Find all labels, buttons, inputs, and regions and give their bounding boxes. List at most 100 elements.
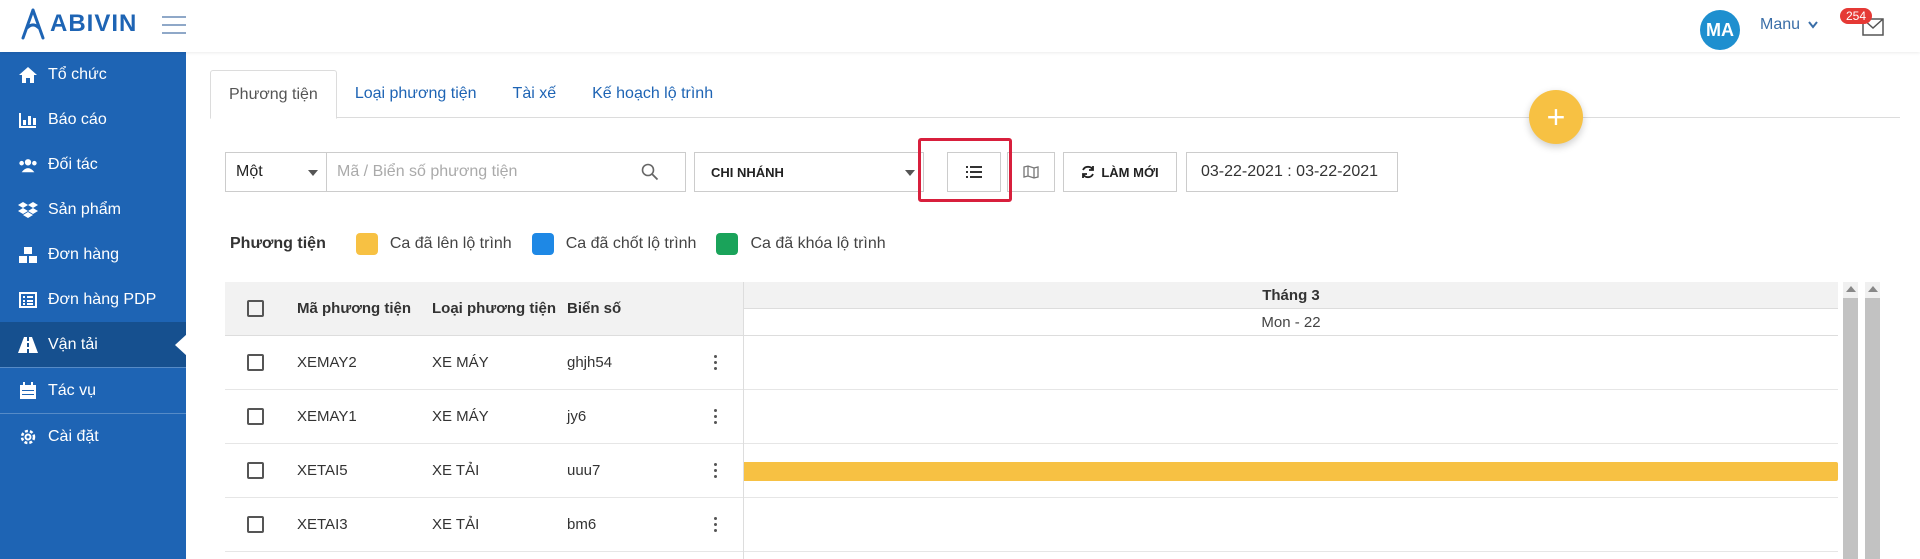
license-plate: ghjh54 [567, 354, 613, 371]
scrollbar-thumb[interactable] [1865, 298, 1880, 559]
map-icon [1023, 165, 1039, 179]
home-icon [18, 65, 38, 85]
table-row[interactable]: XETAI3 XE TẢI bm6 [225, 498, 745, 552]
plus-icon: + [1546, 98, 1566, 135]
road-icon [18, 335, 38, 355]
sidebar-item-cai-dat[interactable]: Cài đặt [0, 414, 186, 459]
add-button[interactable]: + [1529, 90, 1583, 144]
vehicle-code: XETAI3 [297, 516, 348, 533]
user-name: Manu [1760, 16, 1801, 33]
sidebar-item-don-hang[interactable]: Đơn hàng [0, 232, 186, 277]
timeline-scrollbar[interactable] [1843, 282, 1858, 559]
highlight-box [918, 138, 1012, 202]
user-menu[interactable]: Manu [1760, 16, 1818, 34]
tab-ke-hoach-lo-trinh[interactable]: Kế hoạch lộ trình [574, 70, 731, 118]
list-alt-icon [18, 290, 38, 310]
caret-down-icon [905, 170, 915, 176]
timeline-row[interactable] [744, 498, 1838, 552]
vehicle-code: XETAI5 [297, 462, 348, 479]
sidebar-item-van-tai[interactable]: Vận tải [0, 322, 187, 367]
search-placeholder: Mã / Biển số phương tiện [337, 163, 518, 180]
sidebar-item-tac-vu[interactable]: Tác vụ [0, 368, 186, 413]
sidebar-item-label: Báo cáo [48, 110, 107, 128]
logo-icon [21, 8, 45, 40]
hamburger-menu-icon[interactable] [162, 16, 186, 36]
branch-select[interactable]: CHI NHÁNH [694, 152, 924, 192]
map-view-button[interactable] [1007, 152, 1055, 192]
refresh-button[interactable]: LÀM MỚI [1063, 152, 1177, 192]
tab-phuong-tien[interactable]: Phương tiện [210, 70, 337, 119]
scroll-up-icon[interactable] [1868, 286, 1878, 292]
avatar[interactable]: MA [1700, 10, 1740, 50]
branch-select-value: CHI NHÁNH [711, 164, 784, 180]
abivin-logo[interactable]: ABIVIN [20, 8, 137, 40]
sidebar-item-label: Tổ chức [48, 65, 107, 83]
table-row[interactable]: XEMAY2 XE MÁY ghjh54 [225, 336, 745, 390]
license-plate: jy6 [567, 408, 587, 425]
timeline-grid: Tháng 3 Mon - 22 [743, 282, 1838, 559]
timeline-day-header: Mon - 22 [744, 309, 1838, 336]
scheduled-shift-bar[interactable] [744, 462, 1838, 481]
mode-select-value: Một [236, 163, 263, 180]
refresh-icon [1082, 165, 1095, 179]
column-header[interactable]: Mã phương tiện [297, 300, 432, 317]
row-checkbox[interactable] [247, 354, 264, 371]
scrollbar-thumb[interactable] [1843, 298, 1858, 559]
logo-text: ABIVIN [50, 10, 138, 37]
vehicle-code: XEMAY2 [297, 354, 357, 371]
sidebar-item-don-hang-pdp[interactable]: Đơn hàng PDP [0, 277, 186, 322]
row-checkbox[interactable] [247, 408, 264, 425]
vehicle-type: XE TẢI [432, 462, 480, 479]
search-icon[interactable] [641, 163, 659, 181]
page-scrollbar[interactable] [1865, 282, 1880, 559]
column-header[interactable]: Loại phương tiện [432, 300, 567, 317]
search-input[interactable]: Mã / Biển số phương tiện [326, 152, 686, 192]
sidebar-item-bao-cao[interactable]: Báo cáo [0, 97, 186, 142]
timeline-month-header: Tháng 3 [744, 282, 1838, 309]
vehicle-table: Mã phương tiện Loại phương tiện Biển số … [225, 282, 745, 559]
row-checkbox[interactable] [247, 462, 264, 479]
legend-label-confirmed: Ca đã chốt lộ trình [565, 235, 697, 252]
legend-swatch-confirmed [531, 233, 554, 255]
top-bar: ABIVIN MA Manu 254 [0, 0, 1920, 52]
main-content: Phương tiện Loại phương tiện Tài xế Kế h… [186, 52, 1920, 559]
sidebar-item-san-pham[interactable]: Sản phẩm [0, 187, 186, 232]
scroll-up-icon[interactable] [1846, 286, 1856, 292]
calendar-icon [18, 381, 38, 401]
sidebar-item-label: Vận tải [48, 335, 98, 353]
more-options-icon[interactable] [714, 355, 718, 373]
table-row[interactable]: XETAI5 XE TẢI uuu7 [225, 444, 745, 498]
sidebar-item-label: Tác vụ [48, 381, 97, 399]
column-header[interactable]: Biển số [567, 300, 707, 317]
more-options-icon[interactable] [714, 409, 718, 427]
dropbox-icon [18, 200, 38, 220]
sidebar: Tổ chức Báo cáo Đối tác Sản phẩm Đơn hàn… [0, 52, 187, 559]
table-header: Mã phương tiện Loại phương tiện Biển số [225, 282, 745, 336]
timeline-row[interactable] [744, 444, 1838, 498]
select-all-checkbox[interactable] [247, 300, 264, 317]
date-range-picker[interactable]: 03-22-2021 : 03-22-2021 [1186, 152, 1398, 192]
mode-select[interactable]: Một [225, 152, 327, 192]
refresh-label: LÀM MỚI [1101, 164, 1159, 180]
legend-label-locked: Ca đã khóa lộ trình [750, 235, 886, 252]
timeline-row[interactable] [744, 336, 1838, 390]
license-plate: bm6 [567, 516, 597, 533]
more-options-icon[interactable] [714, 517, 718, 535]
chevron-down-icon [1808, 21, 1818, 29]
bar-chart-icon [18, 110, 38, 130]
more-options-icon[interactable] [714, 463, 718, 481]
cubes-icon [18, 245, 38, 265]
notification-badge: 254 [1840, 8, 1873, 24]
timeline-row[interactable] [744, 390, 1838, 444]
row-checkbox[interactable] [247, 516, 264, 533]
sidebar-item-label: Sản phẩm [48, 200, 121, 218]
tab-tai-xe[interactable]: Tài xế [495, 70, 575, 118]
sidebar-item-label: Đơn hàng PDP [48, 290, 157, 308]
tab-loai-phuong-tien[interactable]: Loại phương tiện [337, 70, 495, 118]
sidebar-item-label: Đối tác [48, 155, 98, 173]
table-row[interactable]: XEMAY1 XE MÁY jy6 [225, 390, 745, 444]
sidebar-item-doi-tac[interactable]: Đối tác [0, 142, 186, 187]
sidebar-item-to-chuc[interactable]: Tổ chức [0, 52, 186, 97]
tab-bar: Phương tiện Loại phương tiện Tài xế Kế h… [210, 70, 1900, 119]
vehicle-type: XE TẢI [432, 516, 480, 533]
